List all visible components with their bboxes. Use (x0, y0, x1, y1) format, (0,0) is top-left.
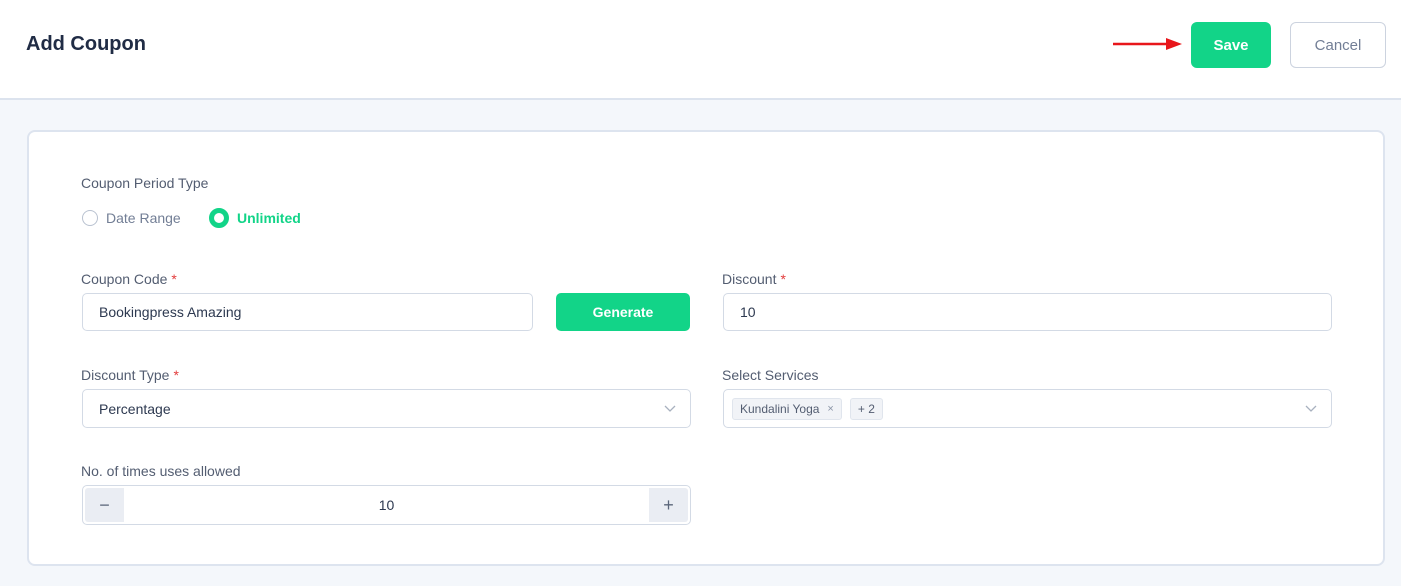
decrement-button[interactable]: − (85, 488, 124, 522)
service-tag: Kundalini Yoga × (732, 397, 842, 420)
increment-button[interactable]: + (649, 488, 688, 522)
coupon-code-label-text: Coupon Code (81, 271, 168, 287)
radio-date-range[interactable]: Date Range (82, 208, 181, 228)
uses-allowed-stepper: − 10 + (82, 485, 691, 525)
select-services-select[interactable]: Kundalini Yoga × + 2 (723, 389, 1332, 428)
arrow-right-icon (1113, 38, 1182, 50)
page-title: Add Coupon (26, 33, 146, 55)
tag-close-icon[interactable]: × (827, 403, 833, 415)
discount-type-label: Discount Type * (81, 367, 179, 383)
uses-allowed-value[interactable]: 10 (125, 486, 648, 524)
radio-unlimited[interactable]: Unlimited (209, 208, 301, 228)
discount-type-label-text: Discount Type (81, 367, 170, 383)
required-mark: * (780, 271, 786, 287)
page-header: Add Coupon Save Cancel (0, 0, 1401, 100)
discount-type-value: Percentage (99, 400, 171, 417)
discount-type-select[interactable]: Percentage (82, 389, 691, 428)
coupon-period-type-label: Coupon Period Type (81, 175, 209, 191)
save-button[interactable]: Save (1191, 22, 1271, 68)
uses-allowed-label: No. of times uses allowed (81, 463, 241, 479)
cancel-button[interactable]: Cancel (1290, 22, 1386, 68)
coupon-form-card: Coupon Period Type Date Range Unlimited … (27, 130, 1385, 566)
radio-circle (82, 210, 98, 226)
more-services-count: + 2 (857, 401, 875, 416)
chevron-down-icon (1305, 405, 1317, 412)
service-tag-label: Kundalini Yoga (740, 401, 820, 416)
discount-label-text: Discount (722, 271, 777, 287)
select-services-label: Select Services (722, 367, 819, 383)
coupon-code-label: Coupon Code * (81, 271, 177, 287)
required-mark: * (173, 367, 179, 383)
radio-date-range-label: Date Range (106, 210, 181, 226)
radio-unlimited-label: Unlimited (237, 210, 301, 226)
required-mark: * (171, 271, 177, 287)
discount-input[interactable] (723, 293, 1332, 331)
radio-circle-selected (209, 208, 229, 228)
discount-label: Discount * (722, 271, 786, 287)
chevron-down-icon (664, 405, 676, 412)
generate-button[interactable]: Generate (556, 293, 690, 331)
more-services-tag: + 2 (849, 397, 883, 420)
coupon-code-input[interactable] (82, 293, 533, 331)
